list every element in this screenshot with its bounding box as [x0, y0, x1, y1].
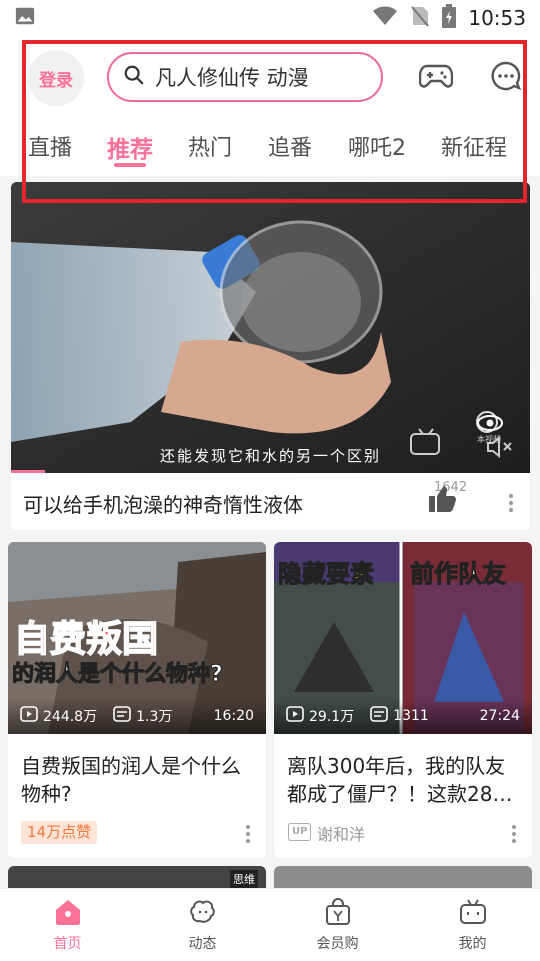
clock: 10:53 — [468, 6, 526, 30]
active-tab-indicator — [114, 163, 146, 167]
thumb-headline-left: 隐藏要素 — [278, 560, 375, 589]
danmaku-count: 1.3万 — [136, 709, 173, 725]
play-count-icon — [286, 706, 304, 726]
tab-anime[interactable]: 追番 — [268, 130, 312, 162]
message-icon[interactable] — [488, 58, 524, 94]
battery-icon — [442, 4, 457, 32]
nav-label: 我的 — [458, 935, 487, 952]
peek-tag: 思维 — [230, 870, 258, 888]
more-options-icon[interactable] — [507, 494, 515, 512]
nav-member-shop[interactable]: 会员购 — [270, 889, 405, 961]
video-stats-bar: 29.1万 1311 27:24 — [274, 698, 532, 734]
video-title[interactable]: 自费叛国的润人是个什么物种? — [21, 752, 253, 808]
featured-title[interactable]: 可以给手机泡澡的神奇惰性液体 — [23, 489, 303, 518]
video-thumbnail[interactable]: 隐藏要素 前作队友 29.1万 1311 27:24 — [274, 542, 532, 734]
danmaku-count-icon — [113, 706, 131, 726]
danmaku-count-icon — [370, 706, 388, 726]
video-title[interactable]: 离队300年后，我的队友都成了僵尸？！这款28… — [287, 752, 519, 808]
nav-dynamic[interactable]: 动态 — [135, 889, 270, 961]
image-icon — [14, 5, 36, 31]
more-options-icon[interactable] — [510, 825, 518, 843]
duration: 16:20 — [213, 708, 254, 724]
search-placeholder: 凡人修仙传 动漫 — [155, 66, 309, 90]
top-header: 登录 凡人修仙传 动漫 直播 推荐 热门 追番 哪吒2 新征程 — [0, 36, 540, 176]
tab-recommend[interactable]: 推荐 — [107, 130, 153, 164]
danmaku-icon[interactable] — [409, 428, 443, 462]
game-controller-icon[interactable] — [418, 58, 454, 94]
playback-progress — [11, 470, 45, 473]
tab-live[interactable]: 直播 — [28, 130, 72, 162]
no-sim-icon — [410, 5, 430, 31]
nav-label: 动态 — [188, 935, 217, 952]
duration: 27:24 — [479, 708, 520, 724]
eye-icon — [477, 414, 503, 436]
view-count: 29.1万 — [309, 709, 355, 725]
uploader-name[interactable]: 谢和洋 — [317, 821, 365, 845]
channel-tabs: 直播 推荐 热门 追番 哪吒2 新征程 — [0, 122, 540, 172]
tab-nezha2[interactable]: 哪吒2 — [348, 130, 406, 162]
video-card[interactable]: 隐藏要素 前作队友 29.1万 1311 27:24 离队300年后，我的队友都… — [274, 542, 532, 858]
likes-badge: 14万点赞 — [21, 821, 98, 844]
wifi-icon — [372, 5, 398, 31]
search-icon — [123, 64, 145, 90]
featured-thumbnail[interactable]: 还能发现它和水的另一个区别 本视频 — [11, 182, 530, 473]
video-card[interactable]: 自费叛国 的润人是个什么物种? 244.8万 1.3万 16:20 自费叛国的润… — [8, 542, 266, 858]
thumb-headline-right: 前作队友 — [410, 560, 507, 589]
view-count: 244.8万 — [43, 709, 98, 725]
login-button[interactable]: 登录 — [28, 50, 84, 106]
bottom-navigation: 首页 动态 会员购 我的 — [0, 888, 540, 961]
more-options-icon[interactable] — [244, 825, 252, 843]
video-stats-bar: 244.8万 1.3万 16:20 — [8, 698, 266, 734]
mute-icon[interactable] — [485, 434, 515, 464]
video-thumbnail[interactable]: 自费叛国 的润人是个什么物种? 244.8万 1.3万 16:20 — [8, 542, 266, 734]
status-bar: 10:53 — [0, 0, 540, 36]
thumb-headline-2: 的润人是个什么物种? — [12, 662, 224, 688]
nav-label: 会员购 — [316, 935, 359, 952]
search-input[interactable]: 凡人修仙传 动漫 — [107, 52, 383, 102]
profile-tv-icon — [458, 898, 488, 930]
nav-profile[interactable]: 我的 — [405, 889, 540, 961]
nav-label: 首页 — [53, 935, 82, 952]
play-count-icon — [20, 706, 38, 726]
thumb-headline-1: 自费叛国 — [13, 618, 159, 661]
home-icon — [53, 898, 83, 930]
danmaku-count: 1311 — [393, 708, 429, 724]
dynamic-icon — [188, 898, 218, 930]
featured-video-card[interactable]: 还能发现它和水的另一个区别 本视频 可以给手机泡澡的神奇惰性液体 1642 — [11, 182, 530, 530]
video-subtitle: 还能发现它和水的另一个区别 — [159, 447, 381, 465]
tab-hot[interactable]: 热门 — [188, 130, 232, 162]
tab-new-journey[interactable]: 新征程 — [441, 130, 507, 162]
shopping-bag-icon — [323, 897, 353, 930]
nav-home[interactable]: 首页 — [0, 889, 135, 961]
up-tag: UP — [288, 823, 312, 841]
like-icon[interactable] — [427, 484, 457, 518]
